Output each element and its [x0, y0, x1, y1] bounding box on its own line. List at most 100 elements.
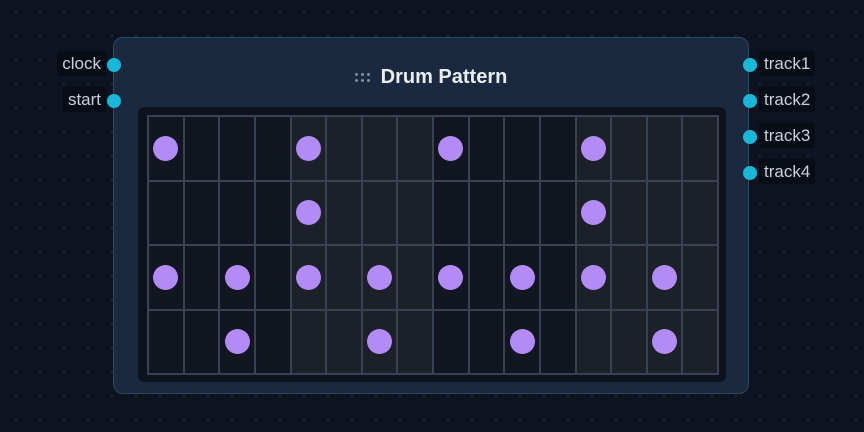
- step-cell[interactable]: [327, 246, 361, 309]
- step-cell[interactable]: [612, 117, 646, 180]
- step-cell[interactable]: [576, 117, 611, 180]
- step-cell[interactable]: [220, 310, 254, 373]
- node-title: Drum Pattern: [380, 66, 508, 88]
- step-cell[interactable]: [149, 117, 183, 180]
- step-cell[interactable]: [647, 181, 682, 244]
- step-cell[interactable]: [184, 246, 219, 309]
- step-cell[interactable]: [327, 181, 361, 244]
- step-cell[interactable]: [255, 117, 290, 180]
- step-cell[interactable]: [612, 310, 646, 373]
- step-cell[interactable]: [647, 246, 682, 309]
- step-cell[interactable]: [469, 310, 504, 373]
- active-step-dot: [153, 135, 179, 161]
- step-cell[interactable]: [255, 181, 290, 244]
- active-step-dot: [295, 200, 321, 226]
- step-cell[interactable]: [398, 181, 432, 244]
- step-cell[interactable]: [540, 246, 575, 309]
- step-cell[interactable]: [220, 246, 254, 309]
- step-cell[interactable]: [505, 117, 539, 180]
- step-cell[interactable]: [469, 246, 504, 309]
- step-cell[interactable]: [362, 117, 397, 180]
- step-cell[interactable]: [576, 310, 611, 373]
- step-cell[interactable]: [612, 181, 646, 244]
- step-cell[interactable]: [291, 181, 326, 244]
- step-cell[interactable]: [291, 117, 326, 180]
- step-cell[interactable]: [184, 117, 219, 180]
- step-cell[interactable]: [184, 181, 219, 244]
- step-cell[interactable]: [362, 181, 397, 244]
- active-step-dot: [580, 200, 606, 226]
- step-cell[interactable]: [149, 246, 183, 309]
- step-cell[interactable]: [505, 181, 539, 244]
- step-cell[interactable]: [149, 181, 183, 244]
- active-step-dot: [580, 264, 606, 290]
- step-cell[interactable]: [647, 117, 682, 180]
- step-cell[interactable]: [291, 246, 326, 309]
- step-cell[interactable]: [255, 310, 290, 373]
- output-port-track3[interactable]: [743, 130, 757, 144]
- step-cell[interactable]: [291, 310, 326, 373]
- step-cell[interactable]: [469, 117, 504, 180]
- drag-handle-icon[interactable]: [354, 73, 370, 82]
- active-step-dot: [224, 329, 250, 355]
- output-port-label-track4: track4: [759, 159, 816, 184]
- active-step-dot: [295, 135, 321, 161]
- active-step-dot: [580, 135, 606, 161]
- input-port-start[interactable]: [107, 94, 121, 108]
- step-cell[interactable]: [576, 246, 611, 309]
- step-cell[interactable]: [683, 181, 717, 244]
- step-cell[interactable]: [540, 310, 575, 373]
- step-cell[interactable]: [576, 181, 611, 244]
- step-cell[interactable]: [220, 117, 254, 180]
- active-step-dot: [224, 264, 250, 290]
- output-port-label-track1: track1: [759, 51, 816, 76]
- step-cell[interactable]: [398, 117, 432, 180]
- step-sequencer-panel: [138, 107, 726, 382]
- active-step-dot: [295, 264, 321, 290]
- output-port-track2[interactable]: [743, 94, 757, 108]
- step-cell[interactable]: [505, 246, 539, 309]
- step-cell[interactable]: [327, 117, 361, 180]
- step-cell[interactable]: [505, 310, 539, 373]
- step-cell[interactable]: [540, 181, 575, 244]
- step-sequencer-grid: [147, 115, 719, 375]
- active-step-dot: [509, 264, 535, 290]
- step-cell[interactable]: [149, 310, 183, 373]
- step-cell[interactable]: [434, 246, 468, 309]
- step-cell[interactable]: [362, 246, 397, 309]
- active-step-dot: [438, 135, 464, 161]
- step-cell[interactable]: [434, 117, 468, 180]
- output-port-track4[interactable]: [743, 166, 757, 180]
- step-cell[interactable]: [683, 246, 717, 309]
- step-cell[interactable]: [398, 246, 432, 309]
- step-cell[interactable]: [540, 117, 575, 180]
- step-cell[interactable]: [327, 310, 361, 373]
- active-step-dot: [367, 264, 393, 290]
- step-cell[interactable]: [184, 310, 219, 373]
- active-step-dot: [153, 264, 179, 290]
- active-step-dot: [652, 329, 678, 355]
- output-port-track1[interactable]: [743, 58, 757, 72]
- step-cell[interactable]: [434, 181, 468, 244]
- step-cell[interactable]: [647, 310, 682, 373]
- active-step-dot: [367, 329, 393, 355]
- step-cell[interactable]: [683, 117, 717, 180]
- input-port-clock[interactable]: [107, 58, 121, 72]
- step-cell[interactable]: [469, 181, 504, 244]
- step-cell[interactable]: [255, 246, 290, 309]
- node-title-bar[interactable]: Drum Pattern: [114, 66, 748, 89]
- active-step-dot: [438, 264, 464, 290]
- step-cell[interactable]: [220, 181, 254, 244]
- output-port-label-track2: track2: [759, 87, 816, 112]
- drum-pattern-node[interactable]: Drum Pattern: [113, 37, 749, 394]
- input-port-label-clock: clock: [57, 51, 106, 76]
- output-port-label-track3: track3: [759, 123, 816, 148]
- step-cell[interactable]: [683, 310, 717, 373]
- step-cell[interactable]: [362, 310, 397, 373]
- input-port-label-start: start: [62, 87, 106, 112]
- step-cell[interactable]: [434, 310, 468, 373]
- active-step-dot: [652, 264, 678, 290]
- step-cell[interactable]: [398, 310, 432, 373]
- active-step-dot: [509, 329, 535, 355]
- step-cell[interactable]: [612, 246, 646, 309]
